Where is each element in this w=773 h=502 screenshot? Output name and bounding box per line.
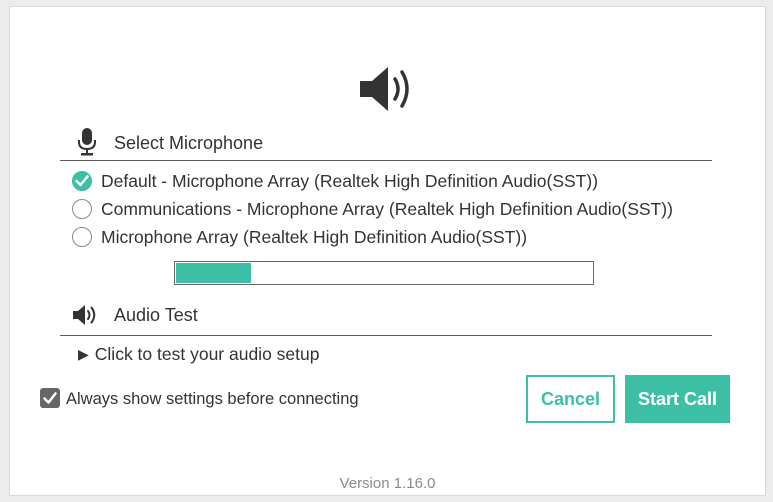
speaker-volume-icon <box>360 67 409 111</box>
always-show-settings-label: Always show settings before connecting <box>66 390 359 408</box>
audio-settings-dialog: Select Microphone Default - Microphone A… <box>9 6 766 496</box>
play-triangle-icon: ▶ <box>78 346 89 362</box>
checkbox-checked-icon[interactable] <box>40 388 60 408</box>
mic-option-label: Default - Microphone Array (Realtek High… <box>101 171 599 191</box>
select-microphone-title: Select Microphone <box>114 133 264 153</box>
version-label: Version 1.16.0 <box>339 475 436 492</box>
mic-option-label: Microphone Array (Realtek High Definitio… <box>101 227 528 247</box>
select-microphone-header: Select Microphone <box>60 125 712 161</box>
radio-unchecked-icon[interactable] <box>72 227 92 247</box>
microphone-level-fill <box>176 263 251 283</box>
test-audio-link[interactable]: ▶ Click to test your audio setup <box>78 344 319 365</box>
audio-test-header: Audio Test <box>60 300 712 336</box>
microphone-level-meter <box>174 261 594 285</box>
audio-test-title: Audio Test <box>114 305 198 325</box>
radio-checked-icon[interactable] <box>72 171 92 191</box>
radio-unchecked-icon[interactable] <box>72 199 92 219</box>
start-call-button[interactable]: Start Call <box>625 375 730 423</box>
cancel-button[interactable]: Cancel <box>526 375 615 423</box>
microphone-icon <box>78 128 96 156</box>
test-audio-label: Click to test your audio setup <box>94 344 320 364</box>
mic-option-label: Communications - Microphone Array (Realt… <box>101 199 673 219</box>
speaker-icon <box>73 305 96 325</box>
